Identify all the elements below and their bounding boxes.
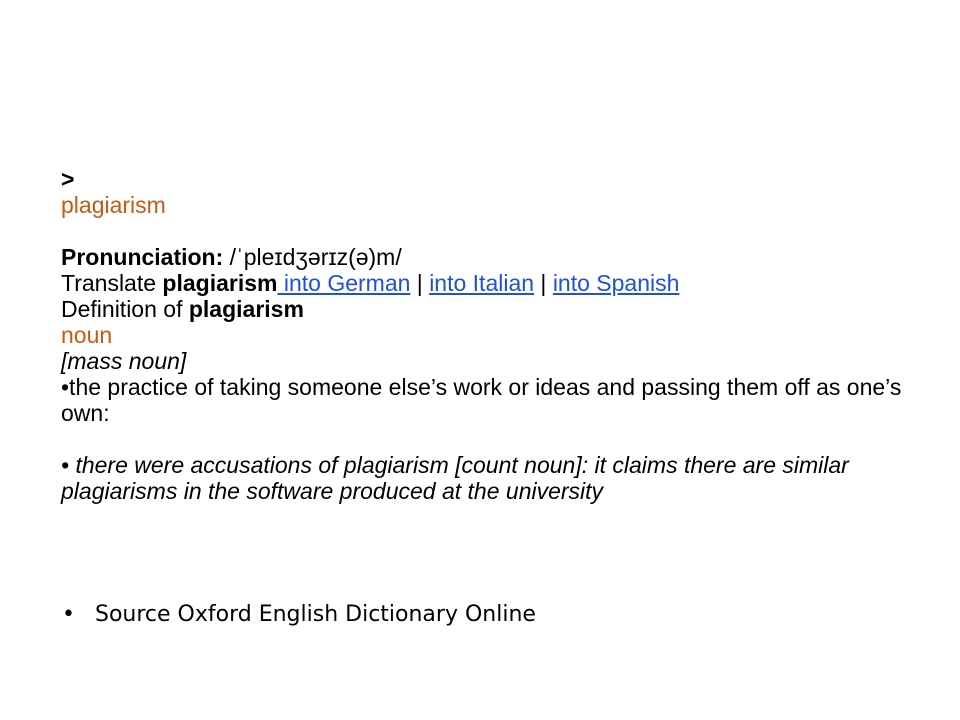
sense-definition: •the practice of taking someone else’s w…: [61, 374, 902, 426]
source-bullet-item: • Source Oxford English Dictionary Online: [62, 600, 536, 630]
link-into-spanish[interactable]: into Spanish: [553, 270, 680, 296]
translate-word: plagiarism: [162, 270, 278, 296]
link-separator: |: [534, 270, 553, 296]
grammar-note: [mass noun]: [61, 348, 187, 374]
link-into-german[interactable]: into German: [277, 270, 411, 296]
definition-word: plagiarism: [188, 296, 304, 322]
definition-heading: Definition of plagiarism: [61, 296, 921, 322]
translate-line: Translate plagiarism into German | into …: [61, 270, 921, 296]
part-of-speech: noun: [61, 322, 113, 348]
pronunciation-label: Pronunciation:: [61, 244, 224, 270]
breadcrumb[interactable]: >: [61, 166, 921, 192]
headword: plagiarism: [61, 192, 166, 218]
dictionary-entry: > plagiarism Pronunciation: /ˈpleɪdʒərɪz…: [61, 166, 921, 504]
pronunciation-ipa: /ˈpleɪdʒərɪz(ə)m/: [223, 244, 402, 270]
link-separator: |: [410, 270, 430, 296]
link-into-italian[interactable]: into Italian: [429, 270, 534, 296]
bullet-icon: •: [62, 602, 75, 627]
translate-prefix: Translate: [61, 270, 163, 296]
example-sentence: • there were accusations of plagiarism […: [61, 452, 849, 504]
definition-prefix: Definition of: [61, 296, 189, 322]
pronunciation-line: Pronunciation: /ˈpleɪdʒərɪz(ə)m/: [61, 244, 921, 270]
source-text: Source Oxford English Dictionary Online: [95, 602, 536, 627]
